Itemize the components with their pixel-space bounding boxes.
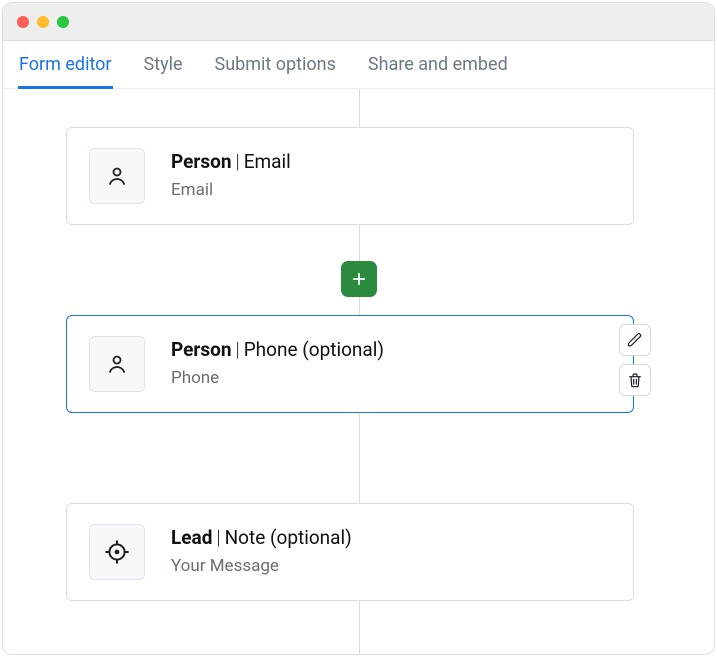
person-icon (89, 336, 145, 392)
window-zoom[interactable] (57, 16, 69, 28)
field-card-email[interactable]: Person|Email Email (66, 127, 634, 225)
tab-share-embed[interactable]: Share and embed (368, 41, 508, 88)
card-text: Lead|Note (optional) Your Message (171, 525, 611, 579)
card-field: Note (optional) (225, 526, 352, 549)
tab-submit-options[interactable]: Submit options (215, 41, 336, 88)
plus-icon (350, 270, 368, 288)
tab-form-editor[interactable]: Form editor (19, 41, 112, 88)
target-icon (89, 524, 145, 580)
field-card-phone[interactable]: Person|Phone (optional) Phone (66, 315, 634, 413)
window-minimize[interactable] (37, 16, 49, 28)
app-window: Form editor Style Submit options Share a… (2, 2, 715, 655)
card-sub: Your Message (171, 555, 611, 579)
trash-icon (627, 372, 643, 388)
field-card-note[interactable]: Lead|Note (optional) Your Message (66, 503, 634, 601)
edit-field-button[interactable] (619, 324, 651, 356)
card-text: Person|Phone (optional) Phone (171, 337, 611, 391)
card-entity: Lead (171, 526, 212, 549)
tabbar: Form editor Style Submit options Share a… (3, 41, 714, 89)
window-titlebar (3, 3, 714, 41)
delete-field-button[interactable] (619, 364, 651, 396)
canvas: Person|Email Email Person|Phone (optiona… (3, 89, 714, 654)
pencil-icon (627, 332, 643, 348)
add-field-button[interactable] (341, 261, 377, 297)
card-entity: Person (171, 150, 231, 173)
card-sub: Email (171, 179, 611, 203)
person-icon (89, 148, 145, 204)
card-field: Phone (optional) (244, 338, 384, 361)
tab-style[interactable]: Style (144, 41, 183, 88)
card-entity: Person (171, 338, 231, 361)
card-field: Email (244, 150, 291, 173)
card-actions (619, 324, 651, 396)
window-close[interactable] (17, 16, 29, 28)
card-sub: Phone (171, 367, 611, 391)
card-text: Person|Email Email (171, 149, 611, 203)
